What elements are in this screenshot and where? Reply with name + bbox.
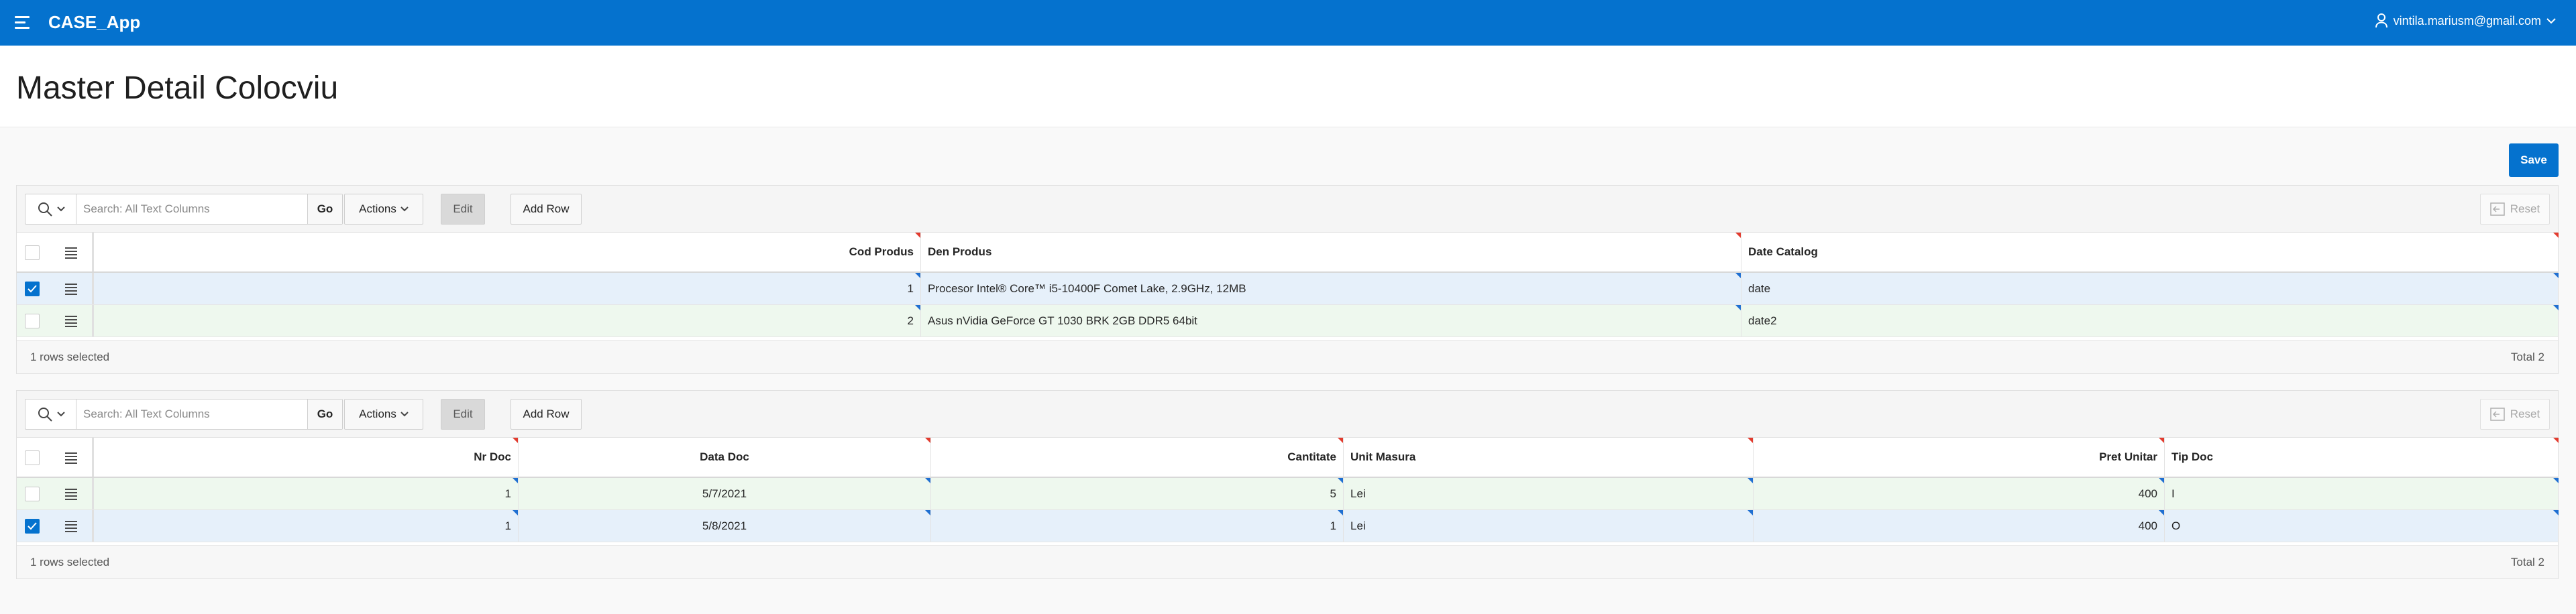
cell-tip-doc[interactable]: I (2165, 478, 2559, 509)
header-row-menu-icon (65, 247, 78, 259)
chevron-down-icon (2546, 18, 2556, 24)
row-actions-icon[interactable] (65, 521, 78, 532)
row-actions-icon[interactable] (65, 489, 78, 500)
cell-data-doc[interactable]: 5/7/2021 (519, 478, 930, 509)
checkmark-icon (28, 285, 37, 293)
detail-edit-button[interactable]: Edit (441, 399, 485, 430)
detail-reset-button[interactable]: Reset (2480, 399, 2550, 430)
detail-selection-count: 1 rows selected (30, 556, 110, 568)
master-grid-region: Go Actions Edit Add Row Reset Cod Produs… (16, 185, 2559, 374)
cell-date-catalog[interactable]: date (1741, 273, 2559, 304)
detail-go-button[interactable]: Go (307, 400, 342, 429)
chevron-down-icon (56, 206, 65, 212)
column-header-pret-unitar[interactable]: Pret Unitar (1754, 438, 2164, 477)
master-total-count: Total 2 (2510, 351, 2544, 363)
chevron-down-icon (400, 206, 409, 212)
cell-cod-produs[interactable]: 2 (94, 305, 920, 336)
row-actions-icon[interactable] (65, 316, 78, 327)
cell-den-produs[interactable]: Asus nVidia GeForce GT 1030 BRK 2GB DDR5… (921, 305, 1741, 336)
chevron-down-icon (400, 412, 409, 417)
cell-cod-produs[interactable]: 1 (94, 273, 920, 304)
app-header: CASE_App vintila.mariusm@gmail.com (0, 0, 2576, 46)
page-header: Master Detail Colocviu (0, 46, 2576, 127)
user-email: vintila.mariusm@gmail.com (2393, 13, 2541, 27)
detail-grid-region: Go Actions Edit Add Row Reset Nr Doc Dat… (16, 390, 2559, 579)
column-header-nr-doc[interactable]: Nr Doc (94, 438, 518, 477)
column-header-cantitate[interactable]: Cantitate (931, 438, 1343, 477)
detail-grid: Nr Doc Data Doc Cantitate Unit Masura Pr… (17, 438, 2559, 545)
cell-nr-doc[interactable]: 1 (94, 510, 518, 542)
search-icon (38, 202, 52, 217)
select-all-checkbox[interactable] (25, 245, 40, 260)
chevron-down-icon (56, 412, 65, 417)
detail-search-input[interactable] (76, 400, 307, 429)
column-header-tip-doc[interactable]: Tip Doc (2165, 438, 2559, 477)
master-actions-button[interactable]: Actions (344, 194, 423, 225)
master-add-row-button[interactable]: Add Row (511, 194, 582, 225)
cell-unit-masura[interactable]: Lei (1344, 510, 1753, 542)
detail-search-column-menu[interactable] (25, 400, 76, 429)
column-header-den-produs[interactable]: Den Produs (921, 233, 1741, 271)
cell-cantitate[interactable]: 5 (931, 478, 1343, 509)
master-toolbar: Go Actions Edit Add Row Reset (17, 186, 2558, 233)
master-grid-footer: 1 rows selected Total 2 (17, 340, 2558, 373)
hamburger-icon[interactable] (15, 16, 32, 29)
cell-tip-doc[interactable]: O (2165, 510, 2559, 542)
cell-unit-masura[interactable]: Lei (1344, 478, 1753, 509)
master-reset-button[interactable]: Reset (2480, 194, 2550, 225)
cell-data-doc[interactable]: 5/8/2021 (519, 510, 930, 542)
user-menu[interactable]: vintila.mariusm@gmail.com (2375, 13, 2556, 28)
master-search-input[interactable] (76, 194, 307, 224)
reset-icon (2490, 202, 2505, 216)
app-title[interactable]: CASE_App (48, 12, 140, 33)
master-search-column-menu[interactable] (25, 194, 76, 224)
detail-toolbar: Go Actions Edit Add Row Reset (17, 391, 2558, 438)
detail-actions-button[interactable]: Actions (344, 399, 423, 430)
user-icon (2375, 13, 2387, 28)
detail-search-box: Go (25, 399, 343, 430)
reset-icon (2490, 408, 2505, 421)
search-icon (38, 408, 52, 422)
column-header-data-doc[interactable]: Data Doc (519, 438, 930, 477)
row-actions-icon[interactable] (65, 284, 78, 295)
column-header-unit-masura[interactable]: Unit Masura (1344, 438, 1753, 477)
master-selection-count: 1 rows selected (30, 351, 110, 363)
column-header-cod-produs[interactable]: Cod Produs (94, 233, 920, 271)
detail-total-count: Total 2 (2510, 556, 2544, 568)
table-row[interactable]: 1 Procesor Intel® Core™ i5-10400F Comet … (17, 273, 2559, 305)
master-reset-label: Reset (2510, 202, 2540, 215)
header-row-menu-icon (65, 452, 78, 464)
row-select-checkbox[interactable] (25, 314, 40, 328)
detail-add-row-button[interactable]: Add Row (511, 399, 582, 430)
row-select-checkbox[interactable] (25, 519, 40, 534)
master-edit-button[interactable]: Edit (441, 194, 485, 225)
table-row[interactable]: 2 Asus nVidia GeForce GT 1030 BRK 2GB DD… (17, 305, 2559, 337)
master-actions-label: Actions (359, 202, 396, 215)
row-select-checkbox[interactable] (25, 487, 40, 501)
master-grid: Cod Produs Den Produs Date Catalog 1 Pro… (17, 233, 2559, 340)
cell-nr-doc[interactable]: 1 (94, 478, 518, 509)
column-header-date-catalog[interactable]: Date Catalog (1741, 233, 2559, 271)
master-header-row: Cod Produs Den Produs Date Catalog (17, 233, 2559, 273)
select-all-checkbox[interactable] (25, 450, 40, 465)
cell-cantitate[interactable]: 1 (931, 510, 1343, 542)
page-title: Master Detail Colocviu (16, 70, 339, 106)
checkmark-icon (28, 522, 37, 530)
master-go-button[interactable]: Go (307, 194, 342, 224)
table-row[interactable]: 1 5/8/2021 1 Lei 400 O (17, 510, 2559, 542)
detail-actions-label: Actions (359, 408, 396, 420)
cell-den-produs[interactable]: Procesor Intel® Core™ i5-10400F Comet La… (921, 273, 1741, 304)
table-row[interactable]: 1 5/7/2021 5 Lei 400 I (17, 478, 2559, 510)
cell-date-catalog[interactable]: date2 (1741, 305, 2559, 336)
cell-pret-unitar[interactable]: 400 (1754, 510, 2164, 542)
row-select-checkbox[interactable] (25, 282, 40, 296)
save-button[interactable]: Save (2509, 143, 2559, 177)
cell-pret-unitar[interactable]: 400 (1754, 478, 2164, 509)
detail-header-row: Nr Doc Data Doc Cantitate Unit Masura Pr… (17, 438, 2559, 478)
master-search-box: Go (25, 194, 343, 225)
detail-grid-footer: 1 rows selected Total 2 (17, 545, 2558, 578)
detail-reset-label: Reset (2510, 408, 2540, 420)
